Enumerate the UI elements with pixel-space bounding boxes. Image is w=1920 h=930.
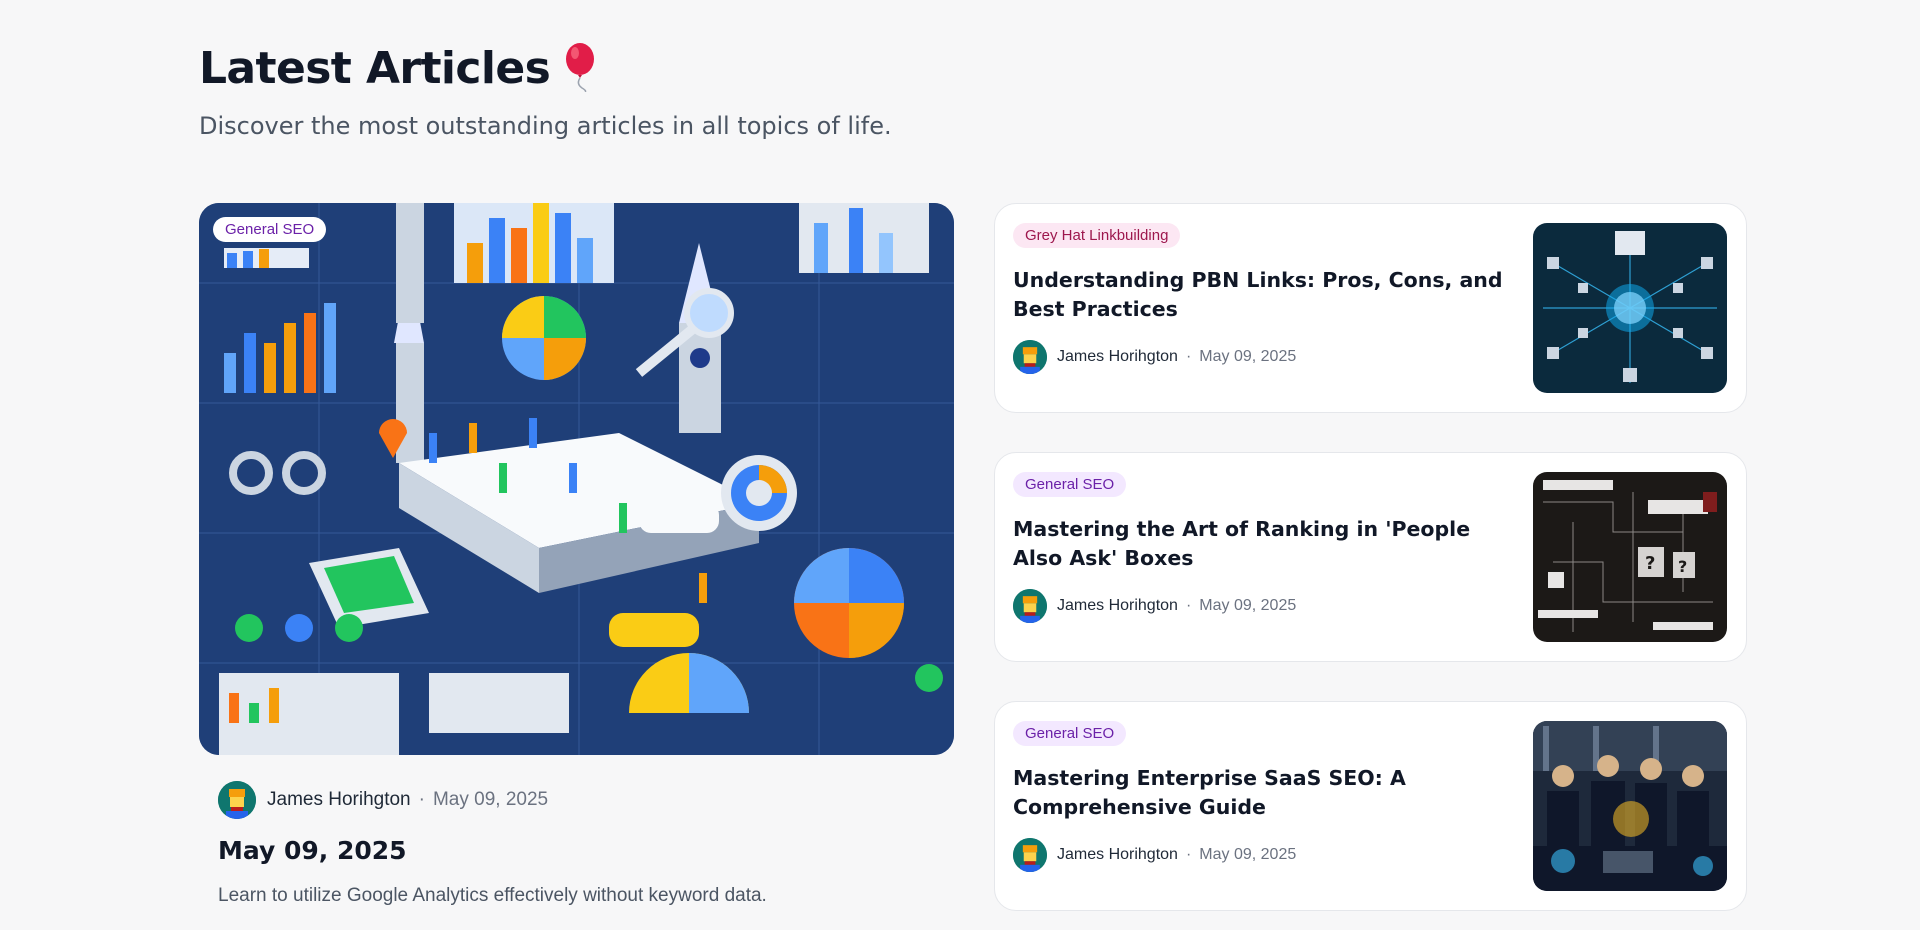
- author-name[interactable]: James Horihgton: [267, 789, 411, 811]
- section-subtitle: Discover the most outstanding articles i…: [199, 112, 892, 140]
- article-card[interactable]: General SEO Mastering Enterprise SaaS SE…: [994, 701, 1747, 911]
- network-cubes-image: [1533, 223, 1727, 393]
- category-badge[interactable]: General SEO: [1013, 721, 1127, 746]
- author-avatar[interactable]: [218, 781, 256, 819]
- featured-image[interactable]: General SEO: [199, 203, 954, 755]
- featured-meta: James Horihgton · May 09, 2025: [218, 781, 548, 819]
- meta-separator: ·: [418, 789, 425, 810]
- category-badge[interactable]: Grey Hat Linkbuilding: [1013, 223, 1181, 248]
- analytics-infographic-image: [199, 203, 954, 755]
- publish-date: May 09, 2025: [432, 789, 549, 810]
- article-thumbnail[interactable]: [1533, 721, 1727, 891]
- svg-text:?: ?: [1678, 557, 1687, 576]
- latest-articles-section: Latest Articles Discover the most outsta…: [199, 0, 1747, 930]
- author-name[interactable]: James Horihgton: [1057, 348, 1178, 366]
- publish-date: May 09, 2025: [1199, 348, 1297, 365]
- article-meta: James Horihgton · May 09, 2025: [1013, 838, 1296, 872]
- meta-separator: ·: [1185, 348, 1192, 365]
- author-name[interactable]: James Horihgton: [1057, 597, 1178, 615]
- featured-title[interactable]: May 09, 2025: [218, 836, 407, 865]
- author-avatar[interactable]: [1013, 340, 1047, 374]
- author-name[interactable]: James Horihgton: [1057, 846, 1178, 864]
- section-heading: Latest Articles: [199, 43, 604, 94]
- author-avatar[interactable]: [1013, 838, 1047, 872]
- featured-article[interactable]: General SEO James Horihgton · May 09, 20…: [199, 203, 954, 819]
- question-flowchart-image: ? ?: [1533, 472, 1727, 642]
- meta-separator: ·: [1185, 597, 1192, 614]
- publish-date: May 09, 2025: [1199, 597, 1297, 614]
- article-card[interactable]: Grey Hat Linkbuilding Understanding PBN …: [994, 203, 1747, 413]
- article-title[interactable]: Mastering the Art of Ranking in 'People …: [1013, 515, 1513, 573]
- article-thumbnail[interactable]: ? ?: [1533, 472, 1727, 642]
- featured-description: Learn to utilize Google Analytics effect…: [218, 885, 767, 906]
- svg-text:?: ?: [1645, 553, 1655, 574]
- balloon-icon: [566, 43, 595, 92]
- article-meta: James Horihgton · May 09, 2025: [1013, 340, 1296, 374]
- article-meta: James Horihgton · May 09, 2025: [1013, 589, 1296, 623]
- section-title: Latest Articles: [199, 43, 551, 94]
- article-title[interactable]: Understanding PBN Links: Pros, Cons, and…: [1013, 266, 1513, 324]
- team-meeting-image: [1533, 721, 1727, 891]
- article-card[interactable]: General SEO Mastering the Art of Ranking…: [994, 452, 1747, 662]
- author-avatar[interactable]: [1013, 589, 1047, 623]
- meta-separator: ·: [1185, 846, 1192, 863]
- category-badge[interactable]: General SEO: [1013, 472, 1127, 497]
- article-title[interactable]: Mastering Enterprise SaaS SEO: A Compreh…: [1013, 764, 1513, 822]
- publish-date: May 09, 2025: [1199, 846, 1297, 863]
- article-thumbnail[interactable]: [1533, 223, 1727, 393]
- featured-category-badge[interactable]: General SEO: [213, 217, 327, 242]
